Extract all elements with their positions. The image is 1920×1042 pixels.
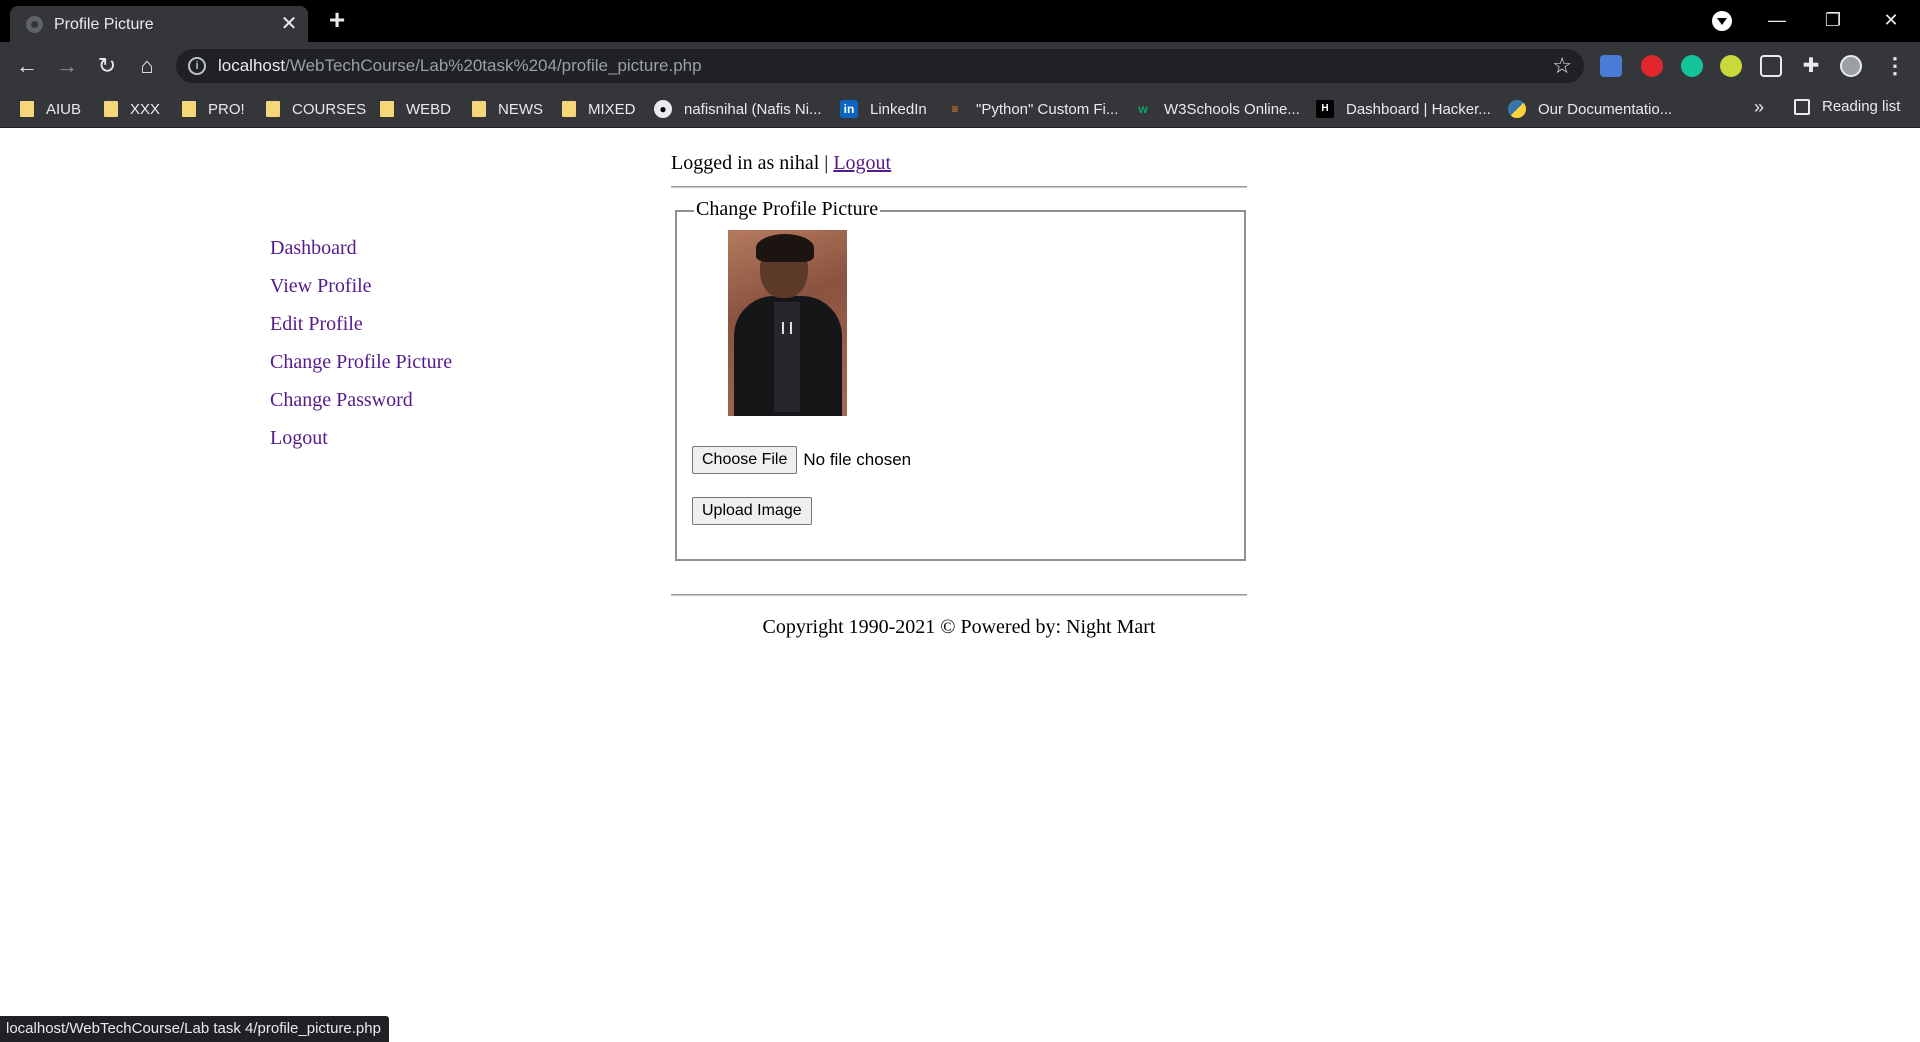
python-icon	[1508, 100, 1526, 118]
fieldset-legend: Change Profile Picture	[694, 198, 881, 221]
adblock-extension-icon[interactable]	[1641, 55, 1663, 77]
home-button[interactable]: ⌂	[132, 51, 162, 81]
header-divider	[671, 186, 1247, 188]
bookmark-w3schools[interactable]: w W3Schools Online...	[1134, 98, 1300, 120]
translate-extension-icon[interactable]	[1600, 55, 1622, 77]
sidebar-item-view-profile[interactable]: View Profile	[270, 272, 452, 310]
photo-shirt-print	[782, 322, 792, 334]
back-button[interactable]: ←	[12, 51, 42, 81]
browser-toolbar: ← → ↻ ⌂ i localhost/WebTechCourse/Lab%20…	[0, 42, 1920, 90]
bookmark-mixed[interactable]: MIXED	[562, 98, 636, 120]
photo-hair	[756, 234, 814, 262]
hackerrank-icon: H	[1316, 100, 1334, 118]
bookmarks-bar: AIUB XXX PRO! COURSES WEBD NEWS MIXED ● n…	[0, 90, 1920, 128]
folder-icon	[266, 101, 280, 117]
logged-in-text: Logged in as nihal |	[671, 152, 829, 174]
choose-file-button[interactable]: Choose File	[692, 446, 798, 474]
bookmarks-overflow-button[interactable]: »	[1754, 97, 1764, 118]
file-input[interactable]: Choose File No file chosen	[692, 446, 911, 474]
forward-button[interactable]: →	[52, 51, 82, 81]
file-status-text: No file chosen	[803, 450, 912, 469]
menu-kebab-icon[interactable]: ⋮	[1884, 55, 1906, 77]
close-window-button[interactable]: ✕	[1876, 6, 1906, 34]
sidebar-item-edit-profile[interactable]: Edit Profile	[270, 310, 452, 348]
site-info-icon[interactable]: i	[188, 57, 206, 75]
linkedin-icon: in	[840, 100, 858, 118]
bookmark-python-docs[interactable]: Our Documentatio...	[1508, 98, 1672, 120]
extensions-puzzle-icon[interactable]: ✚	[1800, 55, 1822, 77]
tab-strip: Profile Picture ✕ + — ❐ ✕	[0, 0, 1920, 42]
restore-button[interactable]: ❐	[1818, 6, 1848, 34]
bookmark-courses[interactable]: COURSES	[266, 98, 366, 120]
bookmark-pro[interactable]: PRO!	[182, 98, 245, 120]
w3schools-icon: w	[1138, 102, 1148, 116]
bookmark-news[interactable]: NEWS	[472, 98, 543, 120]
browser-tab[interactable]: Profile Picture ✕	[10, 6, 308, 42]
url-text[interactable]: localhost/WebTechCourse/Lab%20task%204/p…	[218, 56, 702, 76]
media-router-icon[interactable]	[1760, 55, 1782, 77]
bookmark-webd[interactable]: WEBD	[380, 98, 451, 120]
change-picture-fieldset: Change Profile Picture Choose File No fi…	[675, 198, 1246, 561]
bookmark-linkedin[interactable]: in LinkedIn	[840, 98, 927, 120]
bookmark-hackerrank[interactable]: H Dashboard | Hacker...	[1316, 98, 1491, 120]
globe-icon	[26, 16, 43, 33]
upload-image-button[interactable]: Upload Image	[692, 497, 812, 525]
grammarly-extension-icon[interactable]	[1681, 55, 1703, 77]
photo-shirt	[774, 302, 800, 412]
color-extension-icon[interactable]	[1720, 55, 1742, 77]
profile-picture	[728, 230, 847, 416]
status-bar-url: localhost/WebTechCourse/Lab task 4/profi…	[0, 1016, 389, 1042]
github-icon: ●	[654, 100, 672, 118]
bookmark-star-icon[interactable]: ☆	[1552, 53, 1572, 79]
folder-icon	[104, 101, 118, 117]
reading-list-button[interactable]: Reading list	[1794, 98, 1900, 115]
sidebar-item-dashboard[interactable]: Dashboard	[270, 234, 452, 272]
minimize-button[interactable]: —	[1762, 6, 1792, 34]
reading-list-icon	[1794, 98, 1810, 115]
sidebar-nav: Dashboard View Profile Edit Profile Chan…	[270, 234, 452, 462]
bookmark-github[interactable]: ● nafisnihal (Nafis Ni...	[654, 98, 822, 120]
folder-icon	[182, 101, 196, 117]
close-tab-icon[interactable]: ✕	[278, 13, 300, 35]
sidebar-item-change-profile-picture[interactable]: Change Profile Picture	[270, 348, 452, 386]
login-status: Logged in as nihal | Logout	[671, 152, 891, 175]
sidebar-item-change-password[interactable]: Change Password	[270, 386, 452, 424]
bookmark-stackoverflow[interactable]: ≡ "Python" Custom Fi...	[946, 98, 1118, 120]
footer-copyright: Copyright 1990-2021 © Powered by: Night …	[762, 616, 1156, 638]
header-logout-link[interactable]: Logout	[833, 152, 891, 174]
tab-title: Profile Picture	[54, 16, 154, 33]
profile-avatar-icon[interactable]	[1840, 55, 1862, 77]
footer-divider	[671, 594, 1247, 596]
stackoverflow-icon: ≡	[951, 102, 959, 116]
address-bar[interactable]: i localhost/WebTechCourse/Lab%20task%204…	[176, 49, 1584, 83]
media-controls-icon[interactable]	[1712, 11, 1732, 31]
folder-icon	[472, 101, 486, 117]
folder-icon	[562, 101, 576, 117]
new-tab-button[interactable]: +	[324, 6, 350, 34]
bookmark-xxx[interactable]: XXX	[104, 98, 160, 120]
folder-icon	[380, 101, 394, 117]
sidebar-item-logout[interactable]: Logout	[270, 424, 452, 462]
bookmark-aiub[interactable]: AIUB	[20, 98, 81, 120]
reload-button[interactable]: ↻	[92, 51, 122, 81]
folder-icon	[20, 101, 34, 117]
